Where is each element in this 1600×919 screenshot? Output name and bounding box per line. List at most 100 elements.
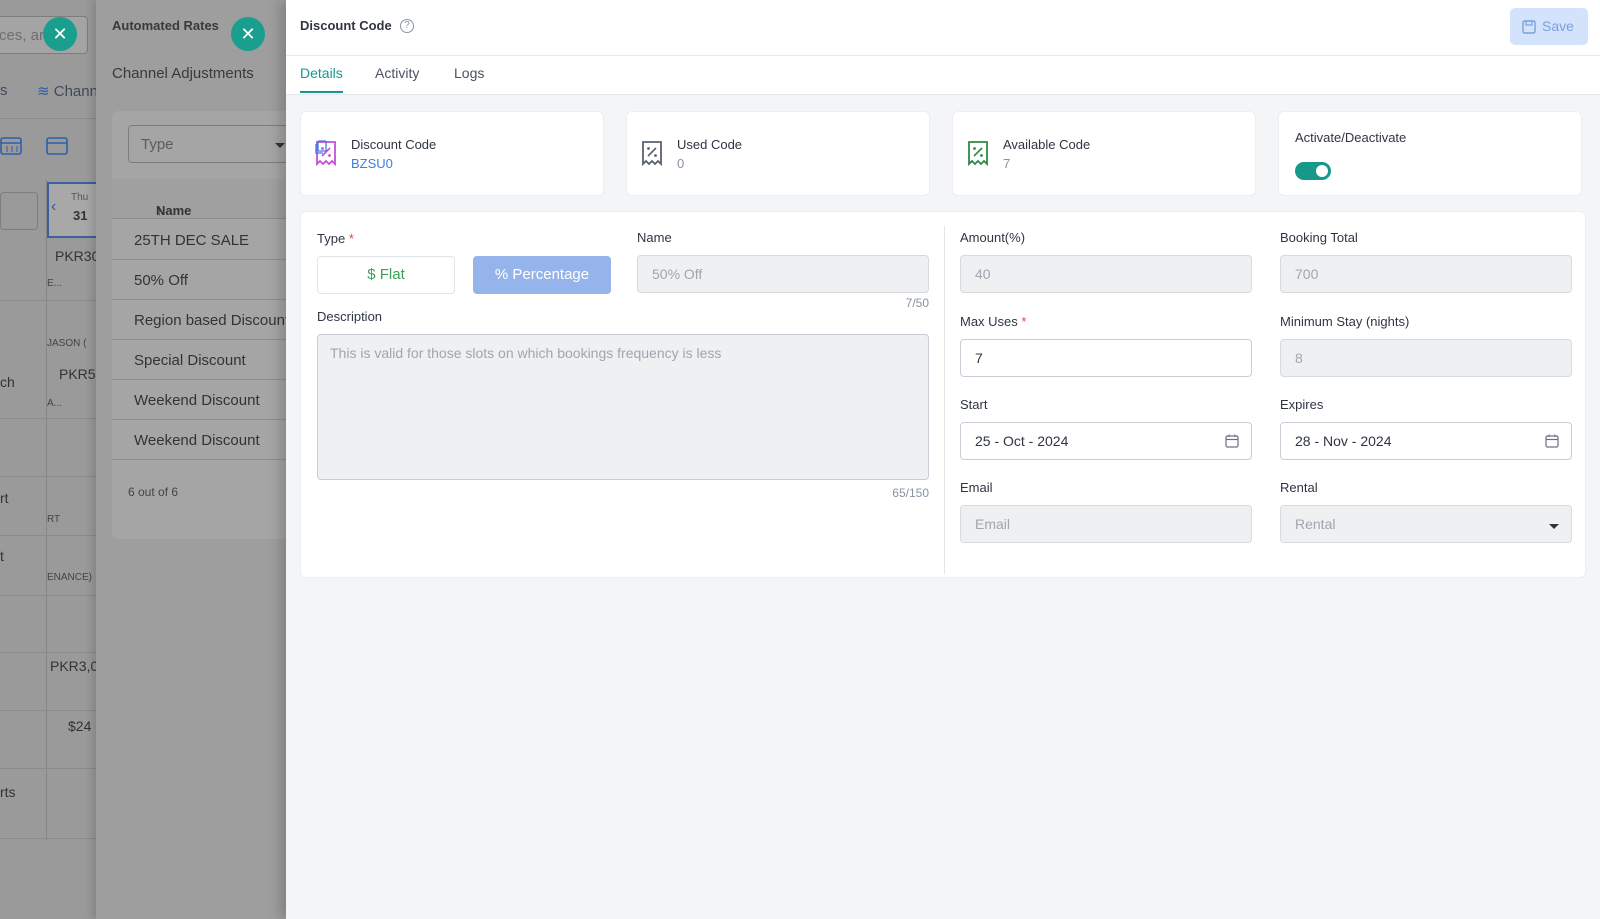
list-item[interactable]: 50% Off <box>112 260 286 300</box>
rental-select-value: Rental <box>1295 516 1336 532</box>
percent-icon: % <box>494 266 509 283</box>
name-field[interactable]: 50% Off <box>637 255 929 293</box>
background-date-cell: ‹ Thu 31 <box>47 182 100 238</box>
tab-logs[interactable]: Logs <box>454 65 484 91</box>
close-icon[interactable]: ✕ <box>43 17 77 51</box>
discount-form: Type * $ Flat % Percentage Name 50% Off … <box>300 211 1586 578</box>
close-drawer-button[interactable]: ✕ <box>231 17 265 51</box>
chevron-left-icon: ‹ <box>51 198 57 215</box>
discount-receipt-icon <box>642 141 662 166</box>
rental-select[interactable]: Rental <box>1280 505 1572 543</box>
start-date-field[interactable]: 25 - Oct - 2024 <box>960 422 1252 460</box>
layers-icon: ≋ <box>37 83 50 100</box>
email-field[interactable]: Email <box>960 505 1252 543</box>
expires-date-field[interactable]: 28 - Nov - 2024 <box>1280 422 1572 460</box>
save-icon <box>1522 20 1536 34</box>
list-item-label: 50% Off <box>134 272 188 289</box>
divider <box>944 226 945 574</box>
amount-field[interactable]: 40 <box>960 255 1252 293</box>
copy-icon[interactable] <box>315 140 327 154</box>
arrow-up-icon: ↑ <box>156 203 163 218</box>
background-tab-channels-label: Chann <box>53 83 98 100</box>
amount-label: Amount(%) <box>960 230 1026 245</box>
list-item[interactable]: Region based Discount <box>112 300 286 340</box>
list-item-label: Weekend Discount <box>134 392 260 409</box>
background-input <box>0 192 38 230</box>
background-cell: ENANCE) <box>47 572 93 583</box>
list-item-label: 25TH DEC SALE <box>134 232 250 249</box>
min-stay-field[interactable]: 8 <box>1280 339 1572 377</box>
activate-label: Activate/Deactivate <box>1295 130 1407 145</box>
drawer-title: Automated Rates <box>112 18 219 33</box>
divider <box>0 118 100 119</box>
activate-toggle[interactable] <box>1295 162 1331 180</box>
start-date-value: 25 - Oct - 2024 <box>975 433 1069 449</box>
description-field[interactable]: This is valid for those slots on which b… <box>317 334 929 480</box>
background-cell: RT <box>47 514 61 525</box>
min-stay-label: Minimum Stay (nights) <box>1280 314 1410 329</box>
list-item-label: Weekend Discount <box>134 432 260 449</box>
background-cell: PKR50 <box>59 366 100 382</box>
background-cell: A... <box>47 398 63 409</box>
type-percentage-button[interactable]: % Percentage <box>473 256 611 294</box>
background-app: ces, ar ✕ s ≋ Chann ‹ Thu 31 PKR30 E... … <box>0 0 100 919</box>
start-label: Start <box>960 397 988 412</box>
type-filter-select[interactable]: Type <box>128 125 286 163</box>
name-label: Name <box>637 230 672 245</box>
discount-code-drawer: Discount Code ? Save Details Activity Lo… <box>286 0 1600 919</box>
list-item[interactable]: Special Discount <box>112 340 286 380</box>
booking-total-field[interactable]: 700 <box>1280 255 1572 293</box>
list-item[interactable]: Weekend Discount <box>112 380 286 420</box>
tab-details[interactable]: Details <box>300 65 343 93</box>
discount-code-card: Discount Code BZSU0 <box>300 111 604 196</box>
save-button[interactable]: Save <box>1510 8 1588 45</box>
divider <box>0 418 100 419</box>
background-side-label: rts <box>0 784 16 800</box>
description-counter: 65/150 <box>892 486 929 500</box>
max-uses-label-text: Max Uses <box>960 314 1018 329</box>
discount-list-panel: Type Name ↑ 25TH DEC SALE 50% Off Region… <box>112 111 286 539</box>
save-button-label: Save <box>1542 18 1574 34</box>
discount-receipt-icon <box>968 141 988 166</box>
tab-activity[interactable]: Activity <box>375 65 419 91</box>
divider <box>0 476 100 477</box>
automated-rates-drawer: Automated Rates Channel Adjustments Type… <box>96 0 286 919</box>
available-code-label: Available Code <box>1003 137 1091 152</box>
calendar-icon[interactable] <box>1225 434 1239 448</box>
background-side-label: ch <box>0 374 15 390</box>
background-cell: $24 <box>68 718 92 734</box>
description-label: Description <box>317 309 383 324</box>
type-percentage-label: Percentage <box>512 266 590 283</box>
used-code-label: Used Code <box>677 137 743 152</box>
background-cell: PKR3,0... <box>50 658 100 674</box>
background-side-label: t <box>0 548 4 564</box>
discount-code-label: Discount Code <box>351 137 437 152</box>
divider <box>0 595 100 596</box>
available-code-card: Available Code 7 <box>952 111 1256 196</box>
calendar-icon[interactable] <box>1545 434 1559 448</box>
list-item-label: Special Discount <box>134 352 246 369</box>
help-icon[interactable]: ? <box>400 19 414 33</box>
type-flat-button[interactable]: $ Flat <box>317 256 455 294</box>
rental-label: Rental <box>1280 480 1318 495</box>
divider <box>0 838 100 839</box>
page-title: Discount Code <box>300 18 392 33</box>
list-item-label: Region based Discount <box>134 312 286 329</box>
divider <box>0 652 100 653</box>
table-header[interactable]: Name ↑ <box>112 179 286 219</box>
background-cell: E... <box>47 278 63 289</box>
background-date-day: Thu <box>71 192 89 203</box>
name-counter: 7/50 <box>905 296 929 310</box>
available-code-value: 7 <box>1003 156 1011 171</box>
max-uses-field[interactable]: 7 <box>960 339 1252 377</box>
list-item[interactable]: 25TH DEC SALE <box>112 220 286 260</box>
tab-bar: Details Activity Logs <box>286 56 1600 95</box>
type-label-text: Type <box>317 231 346 246</box>
calendar-grid-icon <box>0 137 22 155</box>
background-side-label: rt <box>0 490 9 506</box>
chevron-down-icon <box>1549 524 1559 529</box>
list-item[interactable]: Weekend Discount <box>112 420 286 460</box>
background-tab-channels: ≋ Chann <box>37 82 98 100</box>
calendar-icon <box>46 137 68 155</box>
list-count: 6 out of 6 <box>128 485 179 499</box>
